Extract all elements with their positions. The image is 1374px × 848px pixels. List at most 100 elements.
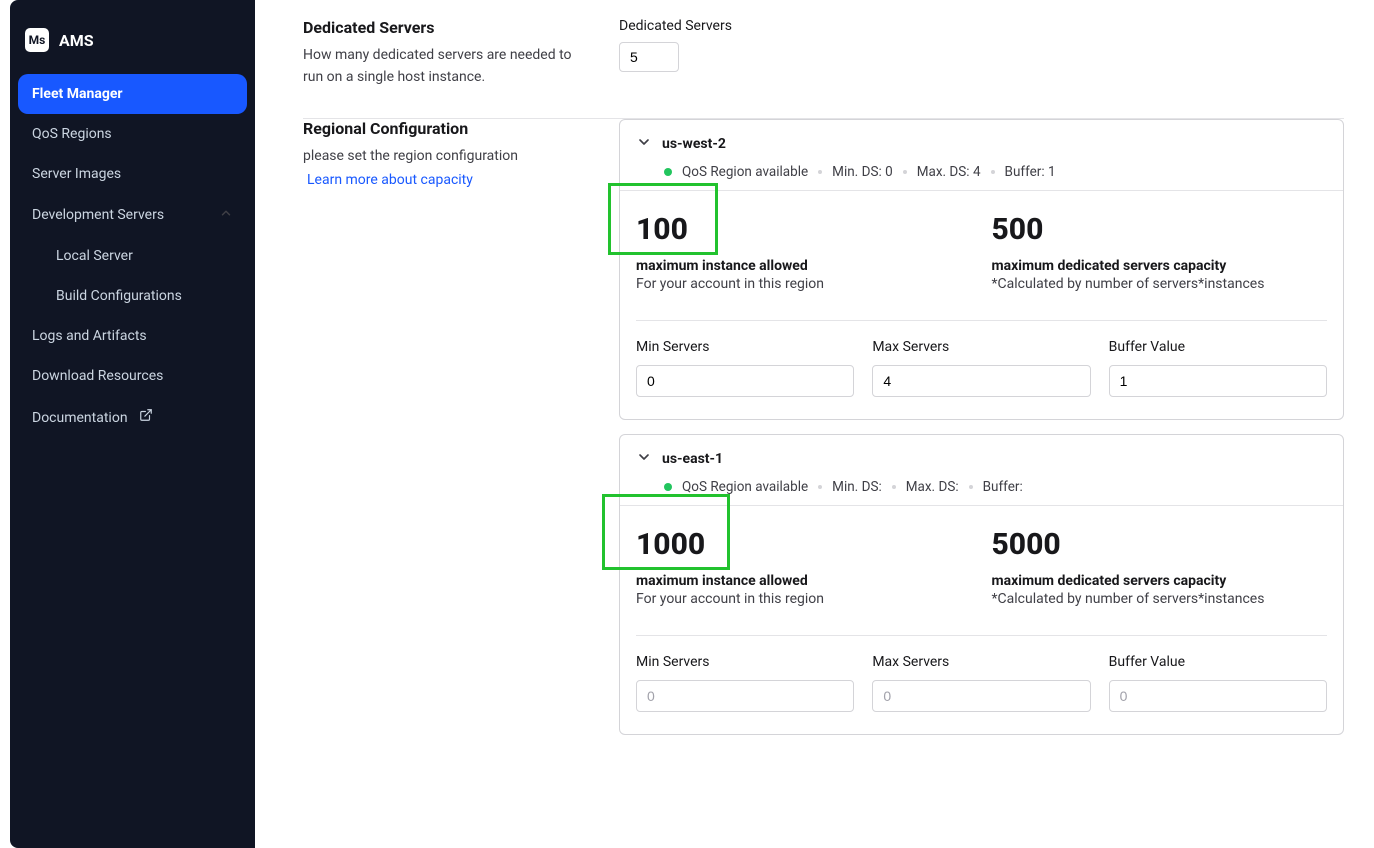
nav-item-label: Download Resources [32,368,163,384]
nav-item-label: Server Images [32,166,121,182]
nav-build-configurations[interactable]: Build Configurations [28,276,247,316]
meta-min-ds: Min. DS: [832,479,882,495]
inputs-row: Min Servers Max Servers Buffer Value [636,654,1327,712]
divider [636,635,1327,636]
stats-row: 1000 maximum instance allowed For your a… [636,528,1327,607]
dedicated-servers-label: Dedicated Servers [619,18,1344,34]
chevron-up-icon [219,206,233,224]
nav-qos-regions[interactable]: QoS Regions [18,114,247,154]
app-title: AMS [59,31,94,50]
region-body: 100 maximum instance allowed For your ac… [620,190,1343,419]
meta-separator [969,485,973,489]
nav-item-label: QoS Regions [32,126,112,142]
nav-logs-artifacts[interactable]: Logs and Artifacts [18,316,247,356]
app-logo-icon: Ms [25,28,49,52]
stat-title: maximum instance allowed [636,258,972,274]
dedicated-servers-input[interactable] [619,42,679,72]
section-left: Regional Configuration please set the re… [303,119,583,188]
status-dot-icon [664,168,672,176]
status-label: QoS Region available [682,479,808,495]
field-label: Max Servers [872,654,1090,670]
main-content: Dedicated Servers How many dedicated ser… [255,0,1374,848]
nav-development-servers[interactable]: Development Servers [18,194,247,236]
max-servers-field: Max Servers [872,339,1090,397]
region-card: us-east-1 QoS Region available Min. DS: … [619,434,1344,735]
nav-item-label: Local Server [56,248,133,264]
min-servers-input[interactable] [636,680,854,712]
stat-sub: For your account in this region [636,591,972,607]
max-servers-input[interactable] [872,680,1090,712]
status-label: QoS Region available [682,164,808,180]
chevron-down-icon [636,134,652,154]
divider [636,320,1327,321]
field-label: Min Servers [636,339,854,355]
meta-separator [991,170,995,174]
nav-fleet-manager[interactable]: Fleet Manager [18,74,247,114]
region-header[interactable]: us-west-2 QoS Region available Min. DS: … [620,120,1343,190]
section-desc: please set the region configuration [303,146,583,168]
chevron-down-icon [636,449,652,469]
meta-max-ds: Max. DS: [906,479,959,495]
region-name: us-east-1 [662,451,723,467]
stat-value: 500 [992,213,1328,246]
sidebar: Ms AMS Fleet Manager QoS Regions Server … [10,0,255,848]
stat-value: 5000 [992,528,1328,561]
buffer-value-field: Buffer Value [1109,654,1327,712]
nav-download-resources[interactable]: Download Resources [18,356,247,396]
region-name: us-west-2 [662,136,726,152]
nav-local-server[interactable]: Local Server [28,236,247,276]
stat-title: maximum dedicated servers capacity [992,258,1328,274]
field-label: Max Servers [872,339,1090,355]
meta-max-ds: Max. DS: 4 [917,164,981,180]
region-header[interactable]: us-east-1 QoS Region available Min. DS: … [620,435,1343,505]
learn-more-link[interactable]: Learn more about capacity [303,172,473,188]
field-label: Buffer Value [1109,654,1327,670]
stat-title: maximum dedicated servers capacity [992,573,1328,589]
section-title: Regional Configuration [303,119,583,138]
region-body: 1000 maximum instance allowed For your a… [620,505,1343,734]
nav-sub-development: Local Server Build Configurations [18,236,247,316]
region-meta: QoS Region available Min. DS: 0 Max. DS:… [636,164,1327,180]
meta-separator [818,170,822,174]
meta-separator [903,170,907,174]
nav-documentation[interactable]: Documentation [18,396,247,438]
buffer-value-input[interactable] [1109,680,1327,712]
section-right: Dedicated Servers [619,18,1344,72]
status-dot-icon [664,483,672,491]
stat-max-capacity: 5000 maximum dedicated servers capacity … [992,528,1328,607]
region-card: us-west-2 QoS Region available Min. DS: … [619,119,1344,420]
nav-server-images[interactable]: Server Images [18,154,247,194]
field-label: Buffer Value [1109,339,1327,355]
min-servers-input[interactable] [636,365,854,397]
region-meta: QoS Region available Min. DS: Max. DS: B… [636,479,1327,495]
min-servers-field: Min Servers [636,654,854,712]
stat-sub: *Calculated by number of servers*instanc… [992,276,1328,292]
stat-value: 1000 [636,528,972,561]
buffer-value-input[interactable] [1109,365,1327,397]
external-link-icon [139,408,153,422]
stat-sub: *Calculated by number of servers*instanc… [992,591,1328,607]
stat-sub: For your account in this region [636,276,972,292]
sidebar-header: Ms AMS [10,22,255,74]
meta-min-ds: Min. DS: 0 [832,164,893,180]
meta-buffer: Buffer: 1 [1005,164,1056,180]
buffer-value-field: Buffer Value [1109,339,1327,397]
field-label: Min Servers [636,654,854,670]
section-desc: How many dedicated servers are needed to… [303,45,583,88]
max-servers-input[interactable] [872,365,1090,397]
stat-max-instance: 1000 maximum instance allowed For your a… [636,528,972,607]
inputs-row: Min Servers Max Servers Buffer Value [636,339,1327,397]
meta-separator [892,485,896,489]
stat-value: 100 [636,213,972,246]
section-left: Dedicated Servers How many dedicated ser… [303,18,583,88]
stat-title: maximum instance allowed [636,573,972,589]
section-title: Dedicated Servers [303,18,583,37]
regions-container: us-west-2 QoS Region available Min. DS: … [619,119,1344,749]
meta-buffer: Buffer: [983,479,1023,495]
stat-max-capacity: 500 maximum dedicated servers capacity *… [992,213,1328,292]
nav-list: Fleet Manager QoS Regions Server Images … [10,74,255,438]
stat-max-instance: 100 maximum instance allowed For your ac… [636,213,972,292]
meta-separator [818,485,822,489]
nav-item-label: Fleet Manager [32,86,123,102]
nav-item-label: Documentation [32,410,128,426]
